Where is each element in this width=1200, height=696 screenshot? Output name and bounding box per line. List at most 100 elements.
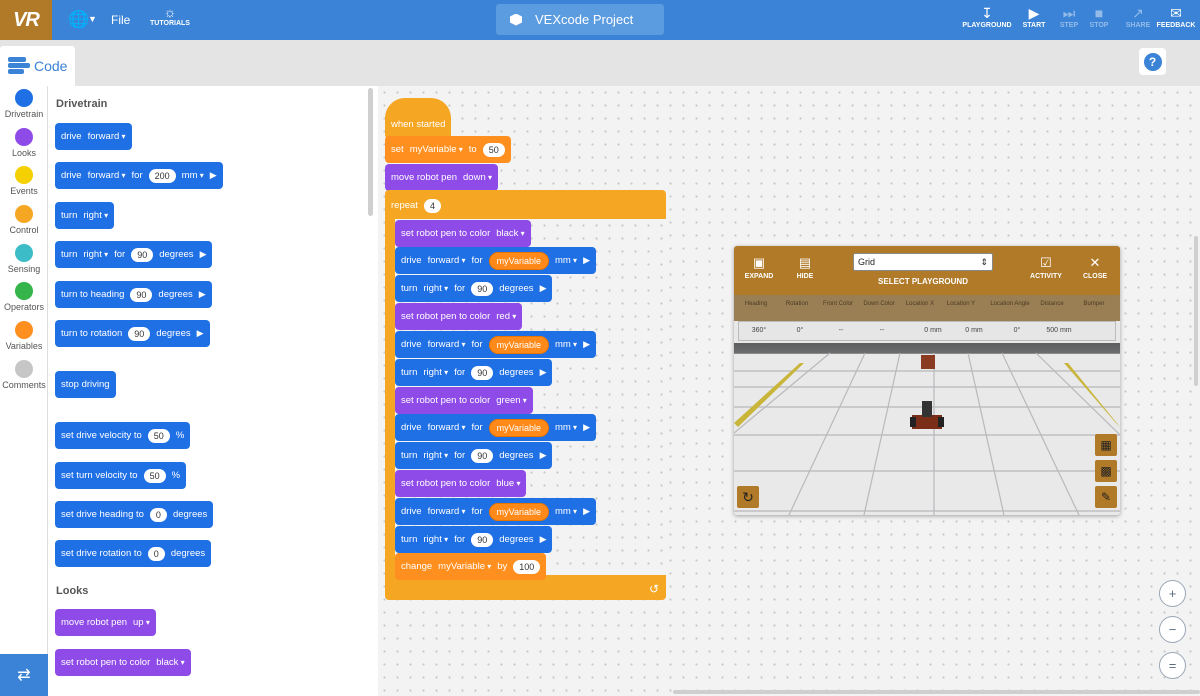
workspace-scrollbar-horizontal[interactable] — [673, 690, 1200, 694]
color-dropdown[interactable]: black — [156, 657, 184, 668]
category-control[interactable]: Control — [0, 205, 48, 235]
reset-icon[interactable]: ↻ — [737, 486, 759, 508]
pen-dropdown[interactable]: down — [463, 172, 492, 183]
unit-dropdown[interactable]: mm — [555, 506, 577, 517]
velocity-input[interactable]: 50 — [147, 428, 170, 443]
block-turn-for[interactable]: turn right for 90 degrees ▶ — [55, 241, 213, 268]
share-button[interactable]: ↗ SHARE — [1124, 5, 1152, 29]
rotation-input[interactable]: 0 — [147, 546, 165, 561]
category-variables[interactable]: Variables — [0, 321, 48, 351]
activity-button[interactable]: ☑ ACTIVITY — [1028, 256, 1064, 281]
block-set-robot-pen-color[interactable]: set robot pen to color black — [55, 649, 191, 676]
variable-reporter[interactable]: myVariable — [488, 502, 549, 521]
chevron-down-icon[interactable]: ▼ — [88, 14, 97, 24]
help-button[interactable]: ? — [1139, 48, 1166, 75]
feedback-button[interactable]: ✉ FEEDBACK — [1155, 5, 1197, 29]
angle-input[interactable]: 90 — [471, 448, 494, 463]
block-set-drive-heading[interactable]: set drive heading to 0 degrees — [55, 501, 214, 528]
value-input[interactable]: 100 — [513, 559, 541, 574]
category-sensing[interactable]: Sensing — [0, 244, 48, 274]
block-set-drive-velocity[interactable]: set drive velocity to 50 % — [55, 422, 191, 449]
block-turn-for[interactable]: turn right for 90 degrees ▶ — [395, 359, 553, 386]
block-move-robot-pen[interactable]: move robot pen down — [385, 164, 498, 191]
repeat-header[interactable]: repeat 4 — [385, 192, 447, 219]
pen-dropdown[interactable]: up — [133, 617, 150, 628]
workspace-scrollbar-vertical[interactable] — [1194, 236, 1198, 386]
category-drivetrain[interactable]: Drivetrain — [0, 89, 48, 119]
variable-dropdown[interactable]: myVariable — [438, 561, 491, 572]
tab-code[interactable]: Code — [0, 46, 75, 86]
rotation-input[interactable]: 90 — [128, 326, 151, 341]
map-icon[interactable]: ▦ — [1095, 434, 1117, 456]
variable-reporter[interactable]: myVariable — [488, 251, 549, 270]
camera-icon[interactable]: ▩ — [1095, 460, 1117, 482]
direction-dropdown[interactable]: right — [423, 367, 448, 378]
block-turn-for[interactable]: turn right for 90 degrees ▶ — [395, 275, 553, 302]
direction-dropdown[interactable]: right — [423, 450, 448, 461]
category-operators[interactable]: Operators — [0, 282, 48, 312]
block-drive-for[interactable]: drive forward for myVariable mm ▶ — [395, 498, 596, 525]
block-stop-driving[interactable]: stop driving — [55, 371, 116, 398]
repeat-count-input[interactable]: 4 — [423, 198, 441, 213]
unit-dropdown[interactable]: mm — [555, 255, 577, 266]
direction-dropdown[interactable]: forward — [428, 339, 466, 350]
block-set-pen-color[interactable]: set robot pen to color blue — [395, 470, 527, 497]
block-turn-to-rotation[interactable]: turn to rotation 90 degrees ▶ — [55, 320, 210, 347]
block-move-robot-pen[interactable]: move robot pen up — [55, 609, 156, 636]
block-set-pen-color[interactable]: set robot pen to color black — [395, 220, 531, 247]
direction-dropdown[interactable]: right — [423, 534, 448, 545]
variable-reporter[interactable]: myVariable — [488, 335, 549, 354]
category-events[interactable]: Events — [0, 166, 48, 196]
zoom-in-button[interactable]: + — [1159, 580, 1186, 607]
close-button[interactable]: ✕ CLOSE — [1082, 256, 1108, 281]
color-dropdown[interactable]: green — [496, 395, 527, 406]
velocity-input[interactable]: 50 — [143, 468, 166, 483]
direction-dropdown[interactable]: forward — [428, 506, 466, 517]
color-dropdown[interactable]: red — [496, 311, 516, 322]
block-set-pen-color[interactable]: set robot pen to color green — [395, 387, 533, 414]
block-set-variable[interactable]: set myVariable to 50 — [385, 136, 511, 163]
playground-select[interactable]: Grid ⇕ — [853, 253, 993, 271]
variable-dropdown[interactable]: myVariable — [410, 144, 463, 155]
project-name-field[interactable]: VEXcode Project — [496, 4, 664, 35]
direction-dropdown[interactable]: forward — [88, 170, 126, 181]
direction-dropdown[interactable]: right — [83, 249, 108, 260]
block-drive-for[interactable]: drive forward for 200 mm ▶ — [55, 162, 223, 189]
block-turn-for[interactable]: turn right for 90 degrees ▶ — [395, 526, 553, 553]
variable-reporter[interactable]: myVariable — [488, 418, 549, 437]
heading-input[interactable]: 90 — [130, 287, 153, 302]
block-drive-for[interactable]: drive forward for myVariable mm ▶ — [395, 331, 596, 358]
direction-dropdown[interactable]: right — [83, 210, 108, 221]
file-menu[interactable]: File — [111, 13, 130, 27]
hide-button[interactable]: ▤ HIDE — [792, 256, 818, 281]
block-when-started[interactable]: when started — [385, 110, 451, 138]
step-button[interactable]: ⏭ STEP — [1056, 5, 1082, 29]
direction-dropdown[interactable]: forward — [88, 131, 126, 142]
category-comments[interactable]: Comments — [0, 360, 48, 390]
stop-button[interactable]: ■ STOP — [1086, 5, 1112, 29]
value-input[interactable]: 50 — [482, 142, 505, 157]
unit-dropdown[interactable]: mm — [555, 339, 577, 350]
direction-dropdown[interactable]: right — [423, 283, 448, 294]
zoom-out-button[interactable]: − — [1159, 616, 1186, 643]
block-turn-to-heading[interactable]: turn to heading 90 degrees ▶ — [55, 281, 212, 308]
pen-icon[interactable]: ✎ — [1095, 486, 1117, 508]
color-dropdown[interactable]: black — [496, 228, 524, 239]
color-dropdown[interactable]: blue — [496, 478, 520, 489]
block-set-drive-rotation[interactable]: set drive rotation to 0 degrees — [55, 540, 212, 567]
block-drive-for[interactable]: drive forward for myVariable mm ▶ — [395, 247, 596, 274]
tutorials-button[interactable]: ☼ TUTORIALS — [146, 4, 194, 27]
unit-dropdown[interactable]: mm — [182, 170, 204, 181]
angle-input[interactable]: 90 — [131, 247, 154, 262]
angle-input[interactable]: 90 — [471, 532, 494, 547]
start-button[interactable]: ▶ START — [1020, 5, 1048, 29]
palette-scrollbar[interactable] — [368, 88, 373, 216]
direction-dropdown[interactable]: forward — [428, 422, 466, 433]
distance-input[interactable]: 200 — [148, 168, 176, 183]
playground-3d-view[interactable]: ▦ ▩ ✎ — [734, 343, 1120, 515]
angle-input[interactable]: 90 — [471, 281, 494, 296]
block-turn-for[interactable]: turn right for 90 degrees ▶ — [395, 442, 553, 469]
code-workspace[interactable]: when started set myVariable to 50 move r… — [378, 86, 1200, 696]
block-set-turn-velocity[interactable]: set turn velocity to 50 % — [55, 462, 187, 489]
zoom-reset-button[interactable]: = — [1159, 652, 1186, 679]
